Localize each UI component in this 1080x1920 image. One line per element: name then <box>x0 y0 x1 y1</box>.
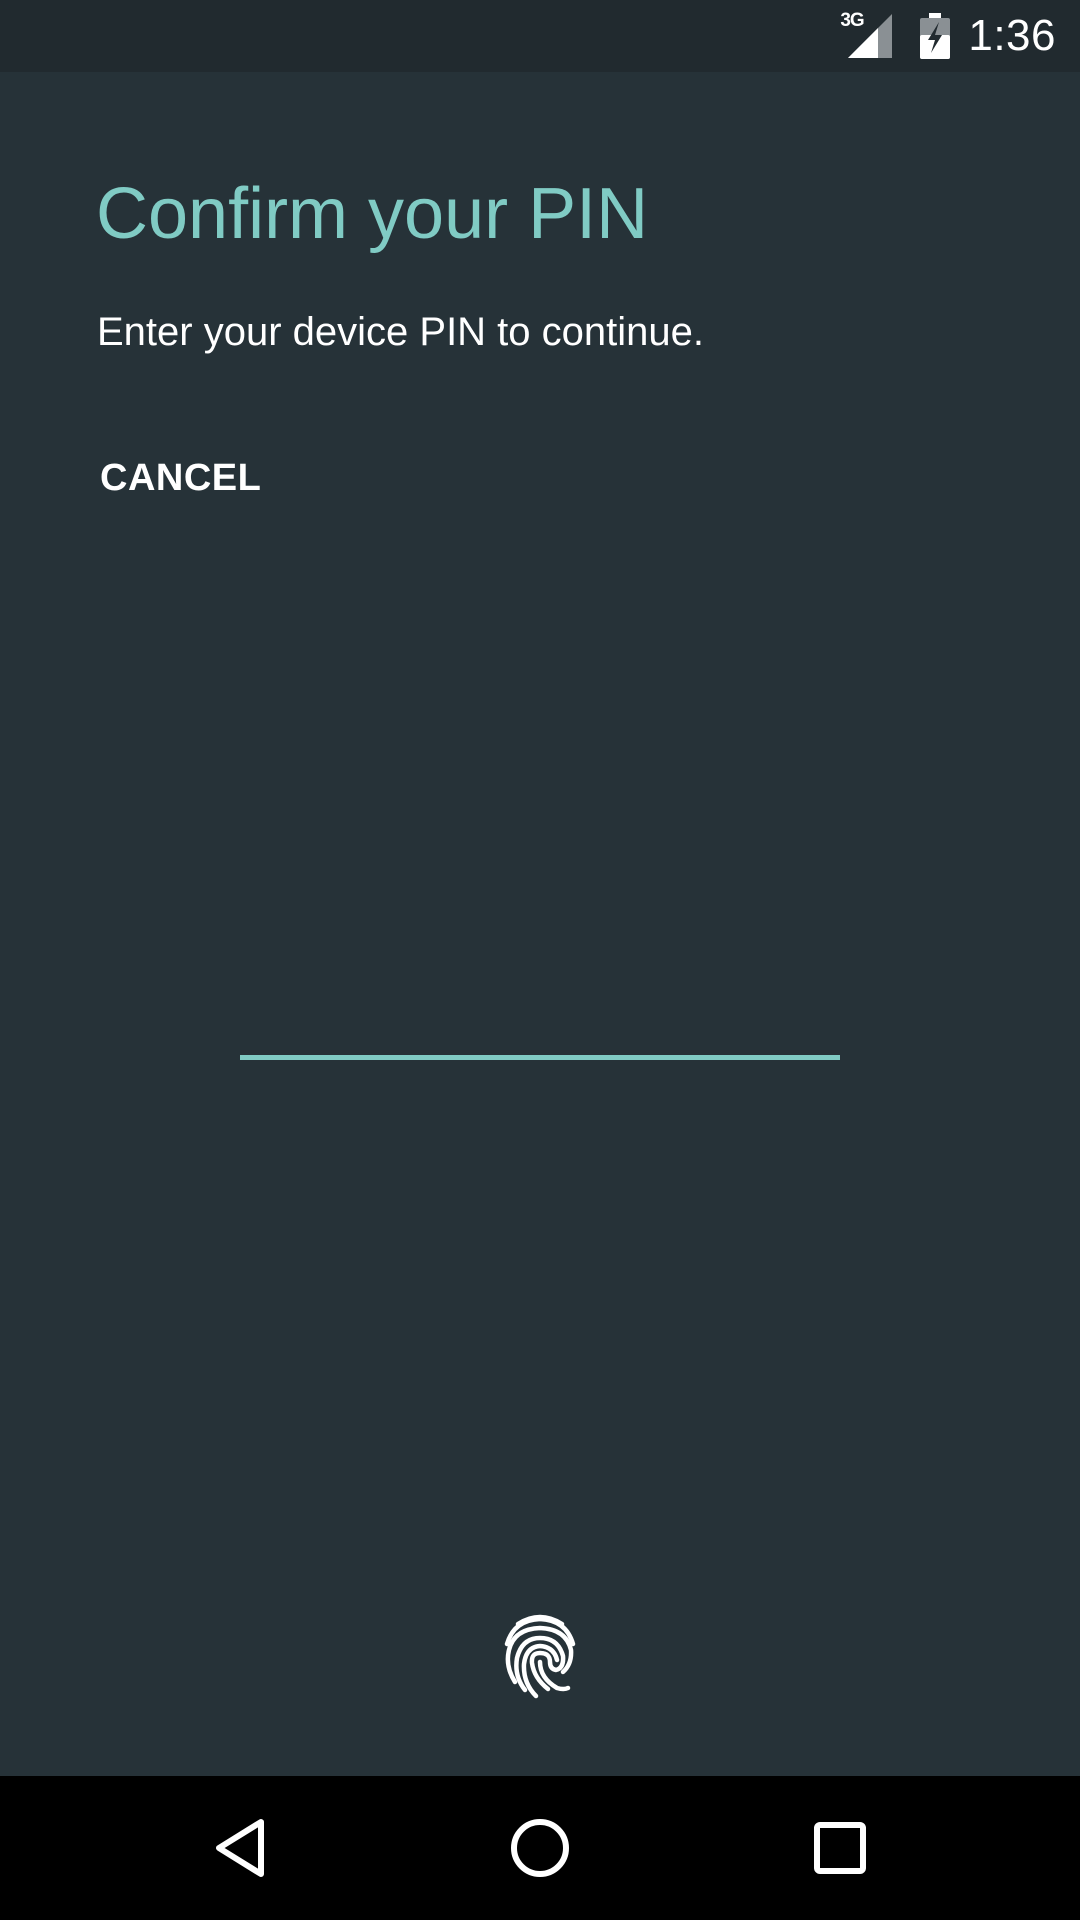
pin-input[interactable] <box>240 960 840 1060</box>
recents-button[interactable] <box>760 1776 920 1920</box>
signal-icon <box>848 14 893 58</box>
clock: 1:36 <box>968 11 1056 60</box>
fingerprint-icon <box>504 1614 576 1699</box>
signal-indicator: 3G <box>840 11 898 58</box>
status-bar: 3G 1:36 <box>0 0 1080 72</box>
navigation-bar <box>0 1776 1080 1920</box>
battery-charging-icon <box>920 13 951 59</box>
fingerprint-button[interactable] <box>500 1610 580 1700</box>
page-title: Confirm your PIN <box>96 174 649 254</box>
back-icon <box>216 1819 264 1877</box>
status-icons: 3G 1:36 <box>840 0 1056 72</box>
back-button[interactable] <box>160 1776 320 1920</box>
recents-icon <box>814 1822 866 1874</box>
instruction-text: Enter your device PIN to continue. <box>97 310 704 354</box>
home-icon <box>511 1819 569 1877</box>
cancel-button[interactable]: CANCEL <box>82 440 279 516</box>
home-button[interactable] <box>460 1776 620 1920</box>
